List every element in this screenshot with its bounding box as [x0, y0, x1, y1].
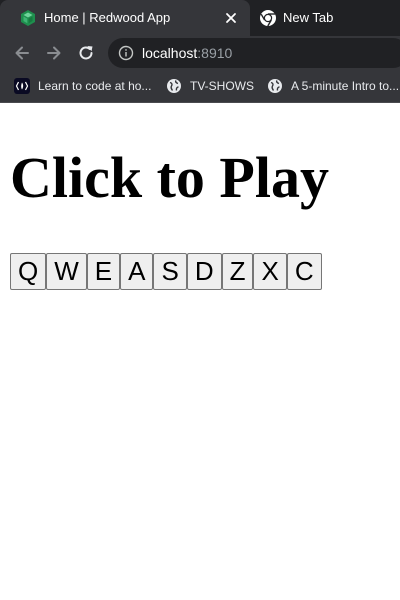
- url-port: :8910: [197, 45, 233, 61]
- reload-icon[interactable]: [74, 41, 98, 65]
- bookmark-label: A 5-minute Intro to...: [291, 79, 400, 93]
- info-icon[interactable]: [118, 45, 134, 61]
- url-host: localhost: [142, 45, 198, 61]
- bookmarks-bar: Learn to code at ho... TV-SHOWS A 5-minu…: [0, 70, 400, 103]
- back-arrow-icon[interactable]: [10, 41, 34, 65]
- key-button-x[interactable]: X: [253, 253, 287, 290]
- key-button-c[interactable]: C: [286, 253, 322, 290]
- tab-title: Home | Redwood App: [44, 10, 171, 25]
- address-bar[interactable]: localhost:8910: [108, 38, 400, 68]
- bookmark-label: Learn to code at ho...: [38, 79, 152, 93]
- tab-new-tab[interactable]: New Tab: [250, 0, 400, 36]
- chrome-icon: [259, 9, 277, 27]
- freecodecamp-icon: [14, 78, 30, 94]
- tab-home-redwood-app[interactable]: Home | Redwood App: [0, 0, 250, 36]
- key-button-a[interactable]: A: [120, 253, 154, 290]
- key-button-d[interactable]: D: [186, 253, 222, 290]
- key-button-z[interactable]: Z: [221, 253, 254, 290]
- bookmark-tv-shows[interactable]: TV-SHOWS: [166, 76, 254, 96]
- key-button-w[interactable]: W: [46, 253, 87, 290]
- key-button-s[interactable]: S: [153, 253, 187, 290]
- forward-arrow-icon[interactable]: [42, 41, 66, 65]
- bookmark-learn-to-code[interactable]: Learn to code at ho...: [14, 76, 151, 96]
- key-button-q[interactable]: Q: [10, 253, 47, 290]
- key-button-e[interactable]: E: [86, 253, 121, 290]
- close-icon[interactable]: [222, 9, 240, 27]
- bookmark-label: TV-SHOWS: [190, 79, 255, 93]
- key-button-row: Q W E A S D Z X C: [10, 253, 322, 290]
- bookmark-5-minute-intro[interactable]: A 5-minute Intro to...: [267, 76, 399, 96]
- tab-title: New Tab: [283, 10, 334, 25]
- globe-icon: [166, 78, 182, 94]
- page-title: Click to Play: [10, 145, 329, 210]
- url-text[interactable]: localhost:8910: [142, 45, 232, 61]
- globe-icon: [267, 78, 283, 94]
- redwood-logo-icon: [19, 9, 37, 27]
- tab-strip: Home | Redwood App New Tab: [0, 0, 400, 36]
- browser-toolbar: localhost:8910: [0, 36, 400, 70]
